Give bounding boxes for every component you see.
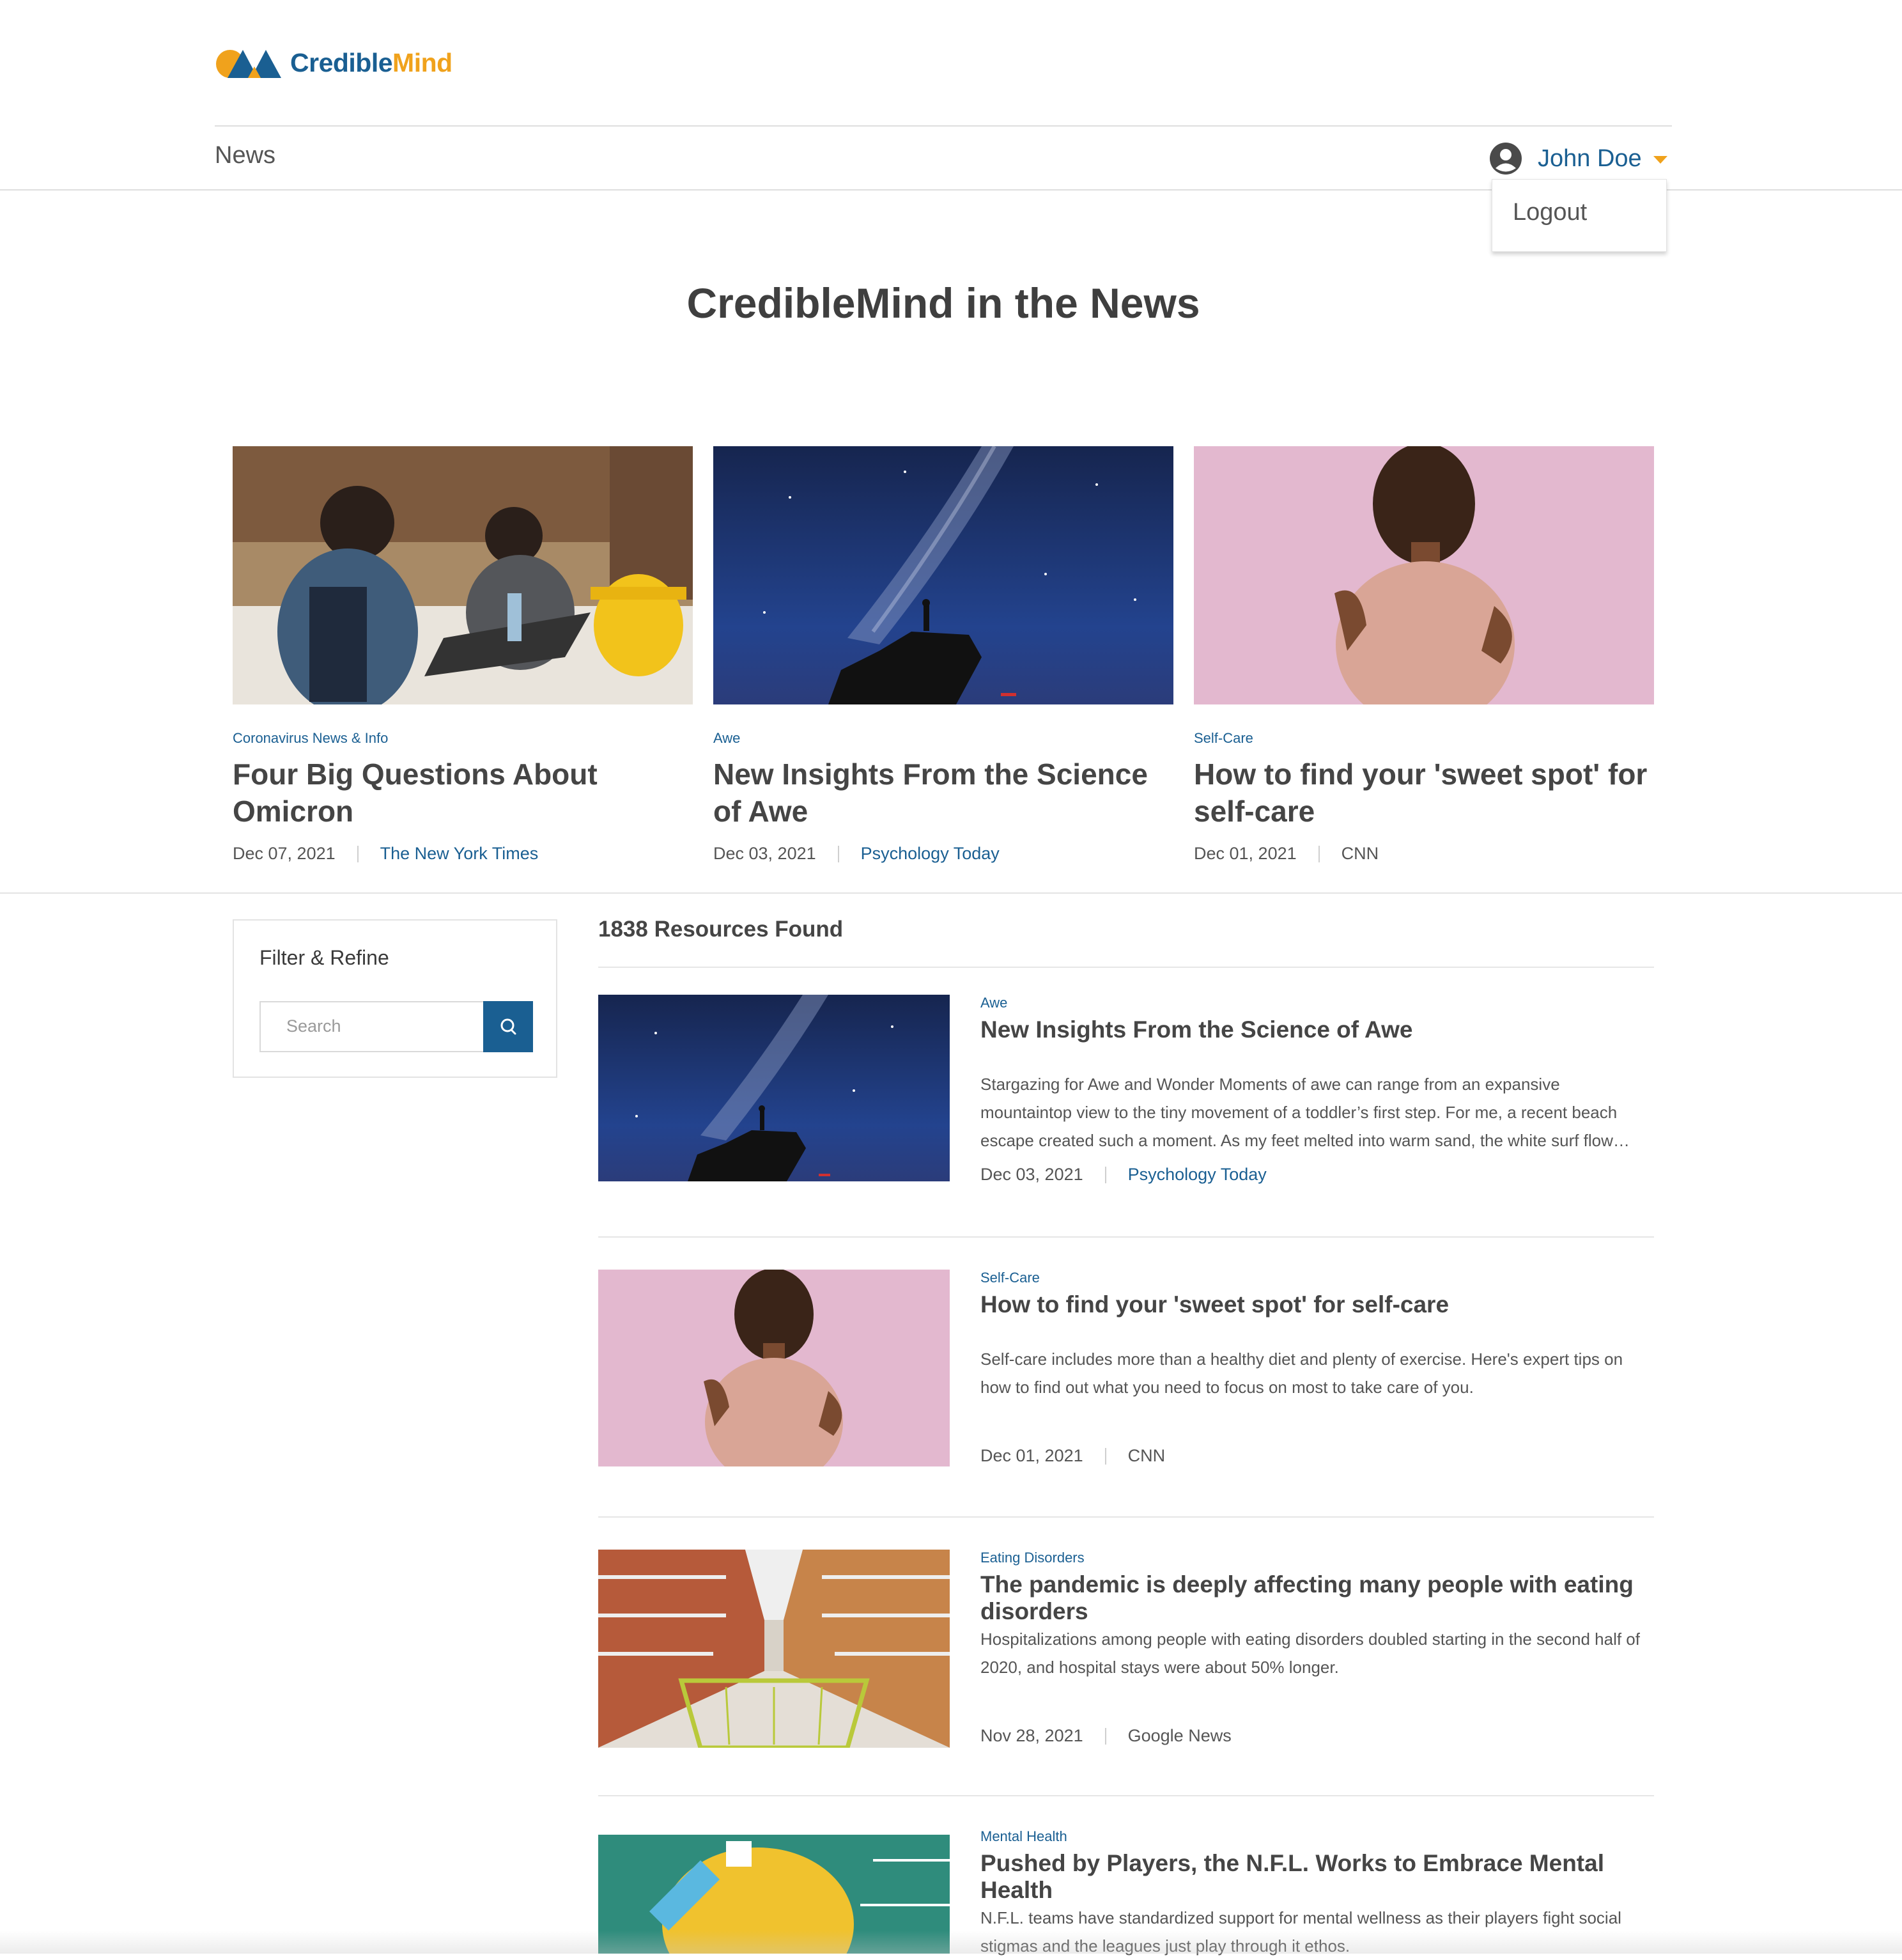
result-date: Nov 28, 2021	[980, 1726, 1083, 1745]
featured-source-link[interactable]: The New York Times	[380, 844, 539, 864]
result-body: Self-Care How to find your 'sweet spot' …	[980, 1270, 1654, 1401]
featured-image-night-sky[interactable]	[713, 446, 1173, 704]
results-divider	[598, 967, 1654, 968]
result-title[interactable]: Pushed by Players, the N.F.L. Works to E…	[980, 1850, 1654, 1904]
featured-image-clinic[interactable]	[233, 446, 693, 704]
page-title: CredibleMind in the News	[686, 279, 1200, 327]
user-dropdown-menu: Logout	[1492, 179, 1667, 252]
result-body: Eating Disorders The pandemic is deeply …	[980, 1550, 1654, 1681]
result-category[interactable]: Self-Care	[980, 1270, 1654, 1286]
result-category[interactable]: Mental Health	[980, 1828, 1654, 1845]
featured-title[interactable]: New Insights From the Science of Awe	[713, 756, 1173, 830]
featured-source-link[interactable]: Psychology Today	[861, 844, 1000, 864]
result-title[interactable]: The pandemic is deeply affecting many pe…	[980, 1571, 1654, 1625]
nav-news-link[interactable]: News	[215, 142, 275, 169]
brand-name: CredibleMind	[290, 47, 452, 77]
result-source-link[interactable]: Psychology Today	[1128, 1165, 1267, 1185]
header-divider	[215, 125, 1672, 127]
search-input[interactable]: Search	[259, 1001, 483, 1052]
featured-image-self-hug[interactable]	[1194, 446, 1654, 704]
result-title[interactable]: New Insights From the Science of Awe	[980, 1016, 1654, 1043]
featured-meta: Dec 07, 2021 The New York Times	[233, 844, 693, 864]
result-divider	[598, 1516, 1654, 1518]
meta-divider	[1104, 1447, 1106, 1465]
result-meta: Nov 28, 2021 Google News	[980, 1726, 1232, 1746]
result-image-grocery-aisle[interactable]	[598, 1550, 950, 1748]
featured-meta: Dec 03, 2021 Psychology Today	[713, 844, 1173, 864]
result-title[interactable]: How to find your 'sweet spot' for self-c…	[980, 1291, 1654, 1318]
result-body: Awe New Insights From the Science of Awe…	[980, 995, 1654, 1155]
featured-date: Dec 03, 2021	[713, 844, 816, 863]
result-source: CNN	[1127, 1446, 1166, 1465]
result-date: Dec 01, 2021	[980, 1446, 1083, 1465]
result-source: Google News	[1127, 1726, 1232, 1745]
result-category[interactable]: Eating Disorders	[980, 1550, 1654, 1566]
user-avatar-icon	[1490, 143, 1522, 175]
result-image-self-hug[interactable]	[598, 1270, 950, 1466]
search-icon	[500, 1018, 516, 1035]
scroll-fade	[0, 1931, 1902, 1954]
featured-category[interactable]: Self-Care	[1194, 730, 1654, 747]
featured-card[interactable]: Awe New Insights From the Science of Awe…	[713, 446, 1173, 864]
filter-panel: Filter & Refine Search	[233, 919, 557, 1078]
crediblemind-logo-icon	[216, 50, 281, 78]
results-count: 1838 Resources Found	[598, 917, 844, 942]
meta-divider	[357, 845, 359, 862]
result-description: Hospitalizations among people with eatin…	[980, 1629, 1640, 1677]
featured-date: Dec 07, 2021	[233, 844, 336, 863]
meta-divider	[1104, 1166, 1106, 1183]
logout-menu-item[interactable]: Logout	[1513, 199, 1587, 226]
featured-source: CNN	[1341, 844, 1379, 863]
featured-title[interactable]: How to find your 'sweet spot' for self-c…	[1194, 756, 1654, 830]
result-divider	[598, 1795, 1654, 1796]
user-menu-toggle[interactable]: John Doe	[1489, 139, 1667, 178]
result-meta: Dec 01, 2021 CNN	[980, 1446, 1165, 1466]
featured-category[interactable]: Awe	[713, 730, 1173, 747]
result-description: Self-care includes more than a healthy d…	[980, 1349, 1623, 1397]
meta-divider	[837, 845, 839, 862]
filter-title: Filter & Refine	[259, 946, 389, 969]
featured-card[interactable]: Coronavirus News & Info Four Big Questio…	[233, 446, 693, 864]
brand-logo[interactable]: CredibleMind	[215, 45, 452, 81]
featured-meta: Dec 01, 2021 CNN	[1194, 844, 1654, 864]
featured-date: Dec 01, 2021	[1194, 844, 1297, 863]
chevron-down-icon	[1653, 156, 1667, 164]
result-description: Stargazing for Awe and Wonder Moments of…	[980, 1075, 1630, 1150]
result-divider	[598, 1236, 1654, 1238]
featured-category[interactable]: Coronavirus News & Info	[233, 730, 693, 747]
featured-divider	[0, 892, 1902, 894]
search-button[interactable]	[483, 1001, 533, 1052]
result-category[interactable]: Awe	[980, 995, 1654, 1011]
result-meta: Dec 03, 2021 Psychology Today	[980, 1165, 1267, 1185]
meta-divider	[1318, 845, 1320, 862]
result-image-night-sky[interactable]	[598, 995, 950, 1181]
user-name: John Doe	[1538, 144, 1642, 172]
featured-title[interactable]: Four Big Questions About Omicron	[233, 756, 693, 830]
featured-card[interactable]: Self-Care How to find your 'sweet spot' …	[1194, 446, 1654, 864]
meta-divider	[1104, 1727, 1106, 1745]
result-date: Dec 03, 2021	[980, 1165, 1083, 1184]
